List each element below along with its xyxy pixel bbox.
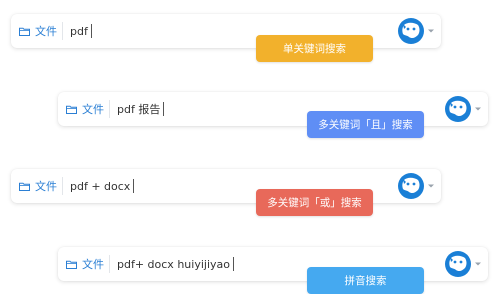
scope-selector[interactable]: 文件 <box>19 169 57 203</box>
search-input[interactable]: pdf 报告 <box>117 92 165 126</box>
scope-selector[interactable]: 文件 <box>66 247 104 281</box>
folder-icon <box>19 182 30 191</box>
scope-selector[interactable]: 文件 <box>19 14 57 48</box>
chevron-down-icon[interactable] <box>427 27 435 35</box>
user-avatar[interactable] <box>445 251 471 277</box>
search-query: pdf+ docx huiyijiyao <box>117 257 230 271</box>
folder-icon <box>19 27 30 36</box>
text-caret <box>232 257 234 271</box>
search-bar-3: 文件 pdf + docx <box>11 169 441 203</box>
chevron-down-icon[interactable] <box>474 105 482 113</box>
scope-label: 文件 <box>82 258 104 271</box>
search-bar-1: 文件 pdf <box>11 14 441 48</box>
user-avatar[interactable] <box>398 173 424 199</box>
folder-icon <box>66 105 77 114</box>
folder-icon <box>66 260 77 269</box>
divider <box>109 255 110 273</box>
search-query: pdf 报告 <box>117 103 161 116</box>
search-input[interactable]: pdf+ docx huiyijiyao <box>117 247 234 281</box>
chevron-down-icon[interactable] <box>474 260 482 268</box>
text-caret <box>163 102 165 116</box>
search-input[interactable]: pdf <box>70 14 92 48</box>
scope-selector[interactable]: 文件 <box>66 92 104 126</box>
text-caret <box>90 24 92 38</box>
scope-label: 文件 <box>82 103 104 116</box>
user-avatar[interactable] <box>398 18 424 44</box>
divider <box>62 177 63 195</box>
search-input[interactable]: pdf + docx <box>70 169 135 203</box>
scope-label: 文件 <box>35 180 57 193</box>
divider <box>62 22 63 40</box>
search-query: pdf + docx <box>70 179 131 193</box>
search-type-tag: 拼音搜索 <box>307 267 424 294</box>
text-caret <box>133 179 135 193</box>
search-type-tag: 多关键词「或」搜索 <box>256 189 373 216</box>
user-avatar[interactable] <box>445 96 471 122</box>
search-type-tag: 单关键词搜索 <box>256 35 373 62</box>
search-type-tag: 多关键词「且」搜索 <box>307 111 424 138</box>
search-query: pdf <box>70 24 88 38</box>
scope-label: 文件 <box>35 25 57 38</box>
divider <box>109 100 110 118</box>
chevron-down-icon[interactable] <box>427 182 435 190</box>
